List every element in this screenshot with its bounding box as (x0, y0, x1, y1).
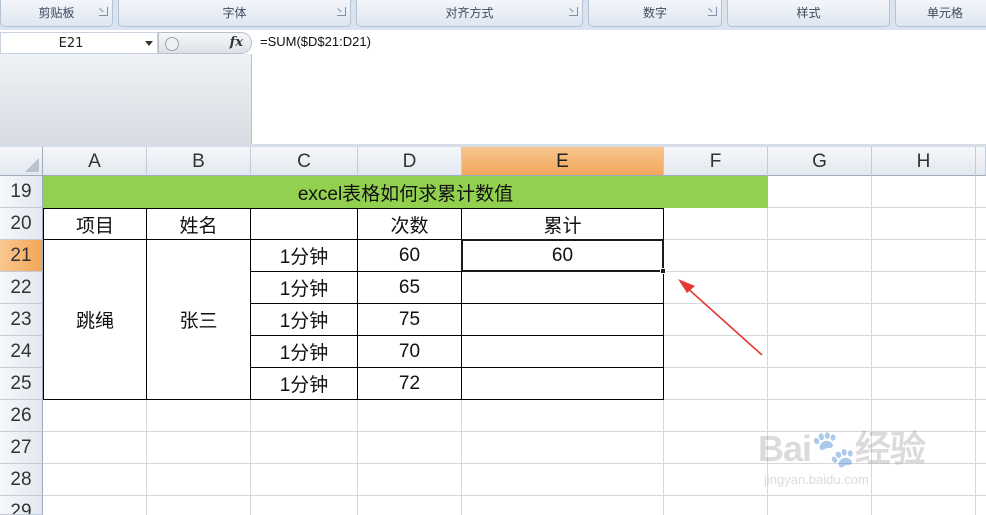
arrow-shaft (684, 285, 763, 356)
baidu-jingyan-watermark: Bai🐾经验 jingyan.baidu.com (758, 420, 948, 498)
watermark-url: jingyan.baidu.com (764, 472, 869, 487)
watermark-brand: Bai🐾经验 (758, 428, 926, 469)
arrow-head (678, 279, 695, 293)
